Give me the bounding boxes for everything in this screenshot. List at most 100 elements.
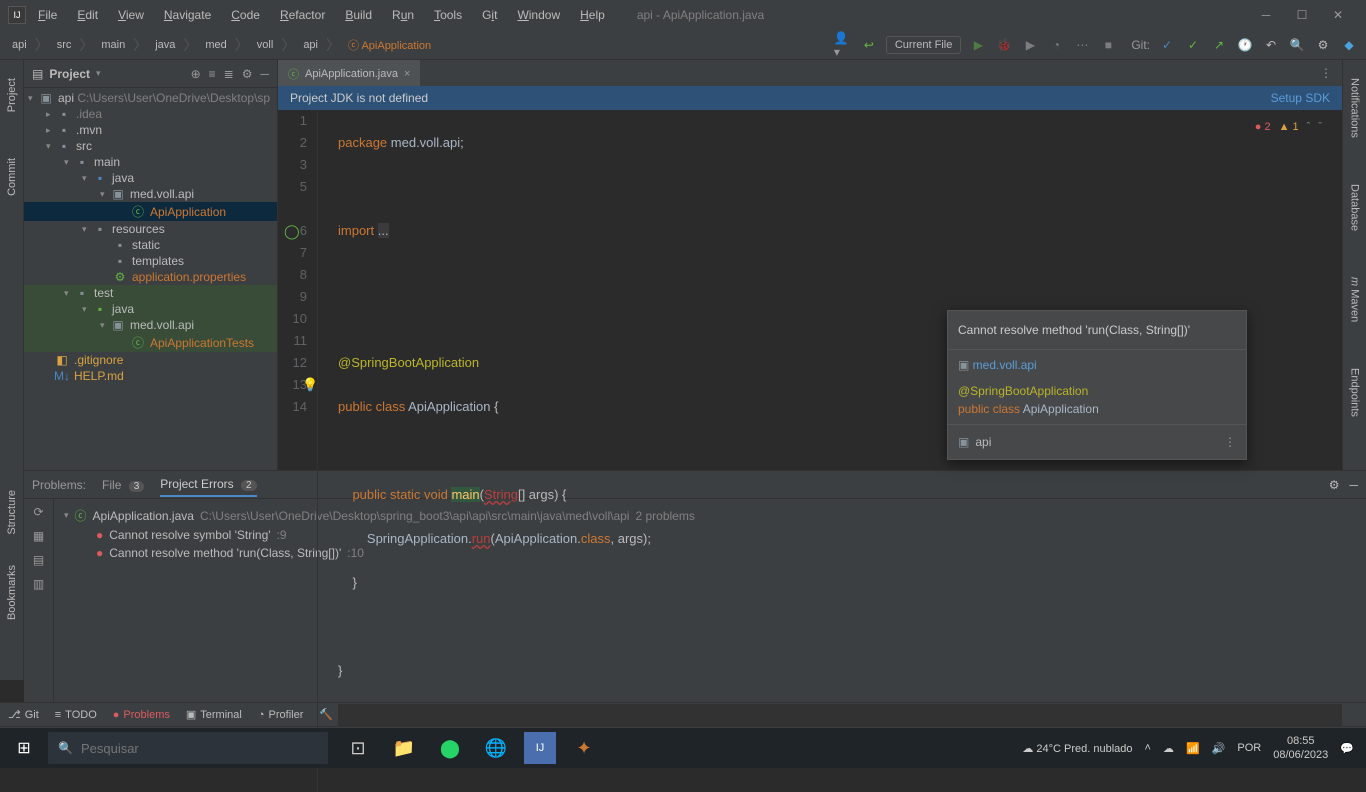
tree-api-application[interactable]: ⓒApiApplication — [24, 202, 277, 221]
right-tab-endpoints[interactable]: Endpoints — [1347, 360, 1363, 425]
crumb-med[interactable]: med — [201, 38, 230, 52]
menu-window[interactable]: Window — [509, 4, 568, 26]
crumb-src[interactable]: src — [53, 38, 76, 52]
lightbulb-icon[interactable]: 💡 — [302, 374, 318, 396]
tabs-menu-icon[interactable]: ⋮ — [1310, 66, 1342, 80]
git-push-icon[interactable]: ↗ — [1210, 36, 1228, 54]
menu-navigate[interactable]: Navigate — [156, 4, 219, 26]
crumb-class[interactable]: ⓒ ApiApplication — [344, 36, 435, 54]
warning-indicator[interactable]: ▲ 1 — [1279, 116, 1299, 138]
menu-edit[interactable]: Edit — [69, 4, 106, 26]
chevron-down-icon[interactable]: ˇ — [1318, 116, 1322, 138]
chrome-icon[interactable]: 🌐 — [474, 728, 518, 768]
git-history-icon[interactable]: 🕐 — [1236, 36, 1254, 54]
settings-icon[interactable]: ⚙ — [1314, 36, 1332, 54]
right-tab-database[interactable]: Database — [1347, 176, 1363, 239]
back-icon[interactable]: ↩ — [860, 36, 878, 54]
git-update-icon[interactable]: ✓ — [1158, 36, 1176, 54]
tree-app-props[interactable]: ⚙application.properties — [24, 269, 277, 285]
editor-indicators[interactable]: ● 2 ▲ 1 ˆ ˇ — [1251, 114, 1326, 140]
tray-volume-icon[interactable]: 🔊 — [1212, 742, 1226, 755]
collapse-all-icon[interactable]: ≣ — [224, 67, 234, 81]
tree-root[interactable]: ▾▣ api C:\Users\User\OneDrive\Desktop\sp — [24, 90, 277, 106]
editor-body[interactable]: ● 2 ▲ 1 ˆ ˇ 123 56 789 101112 1314 packa… — [278, 110, 1342, 792]
crumb-api[interactable]: api — [8, 38, 31, 52]
coverage-icon[interactable]: ▶ — [1021, 36, 1039, 54]
error-indicator[interactable]: ● 2 — [1255, 116, 1271, 138]
tree-help-md[interactable]: M↓HELP.md — [24, 368, 277, 384]
editor-tab-api-application[interactable]: ⓒ ApiApplication.java × — [278, 60, 420, 86]
refresh-icon[interactable]: ⟳ — [33, 505, 43, 519]
left-tab-commit[interactable]: Commit — [4, 150, 20, 204]
tree-templates[interactable]: ▪templates — [24, 253, 277, 269]
tab-close-icon[interactable]: × — [404, 68, 410, 80]
explorer-icon[interactable]: 📁 — [382, 728, 426, 768]
task-view-icon[interactable]: ⊡ — [336, 728, 380, 768]
expand-all-icon[interactable]: ≡ — [209, 67, 216, 81]
btab-todo[interactable]: ≡ TODO — [55, 709, 97, 721]
stop-icon[interactable]: ■ — [1099, 36, 1117, 54]
tree-api-tests[interactable]: ⓒApiApplicationTests — [24, 333, 277, 352]
crumb-voll[interactable]: voll — [253, 38, 278, 52]
git-rollback-icon[interactable]: ↶ — [1262, 36, 1280, 54]
menu-git[interactable]: Git — [474, 4, 505, 26]
close-button[interactable]: ✕ — [1326, 8, 1350, 22]
crumb-java[interactable]: java — [151, 38, 179, 52]
crumb-api2[interactable]: api — [299, 38, 322, 52]
menu-code[interactable]: Code — [223, 4, 268, 26]
tree-main[interactable]: ▾▪main — [24, 154, 277, 170]
menu-help[interactable]: Help — [572, 4, 613, 26]
select-opened-icon[interactable]: ⊕ — [191, 67, 201, 81]
menu-view[interactable]: View — [110, 4, 152, 26]
tree-test-package[interactable]: ▾▣med.voll.api — [24, 317, 277, 333]
ptab-file[interactable]: File 3 — [102, 474, 144, 496]
run-icon[interactable]: ▶ — [969, 36, 987, 54]
tree-mvn[interactable]: ▸▪.mvn — [24, 122, 277, 138]
tree-test[interactable]: ▾▪test — [24, 285, 277, 301]
tray-clock[interactable]: 08:55 08/06/2023 — [1273, 734, 1328, 762]
tree-static[interactable]: ▪static — [24, 237, 277, 253]
menu-run[interactable]: Run — [384, 4, 422, 26]
whatsapp-icon[interactable]: ⬤ — [428, 728, 472, 768]
chevron-up-icon[interactable]: ˆ — [1307, 116, 1311, 138]
minimize-button[interactable]: ─ — [1254, 8, 1278, 22]
left-tab-structure[interactable]: Structure — [6, 490, 18, 535]
attach-icon[interactable]: ⋯ — [1073, 36, 1091, 54]
debug-icon[interactable]: 🐞 — [995, 36, 1013, 54]
left-tab-bookmarks[interactable]: Bookmarks — [6, 565, 18, 620]
right-tab-maven[interactable]: m Maven — [1347, 269, 1363, 330]
panel-hide-icon[interactable]: ─ — [1349, 478, 1358, 492]
profile-icon[interactable]: ◔ — [1047, 36, 1065, 54]
start-button[interactable]: ⊞ — [0, 728, 48, 768]
search-input[interactable] — [81, 741, 318, 756]
run-gutter-icon[interactable]: ◯ — [284, 220, 300, 242]
tree-java[interactable]: ▾▪java — [24, 170, 277, 186]
gear-icon[interactable]: ⚙ — [242, 67, 253, 81]
intellij-icon[interactable]: IJ — [524, 732, 556, 764]
filter-icon[interactable]: ▥ — [33, 577, 44, 591]
maximize-button[interactable]: ☐ — [1290, 8, 1314, 22]
run-config-dropdown[interactable]: Current File — [886, 36, 961, 54]
btab-terminal[interactable]: ▣ Terminal — [186, 708, 242, 721]
tree-gitignore[interactable]: ◧.gitignore — [24, 352, 277, 368]
grid-icon[interactable]: ▦ — [33, 529, 44, 543]
tree-idea[interactable]: ▸▪.idea — [24, 106, 277, 122]
crumb-main[interactable]: main — [97, 38, 129, 52]
weather-widget[interactable]: ☁ 24°C Pred. nublado — [1022, 742, 1132, 755]
menu-tools[interactable]: Tools — [426, 4, 470, 26]
menu-file[interactable]: File — [30, 4, 65, 26]
user-icon[interactable]: 👤▾ — [834, 36, 852, 54]
tray-onedrive-icon[interactable]: ☁ — [1163, 742, 1174, 755]
taskbar-search[interactable]: 🔍 — [48, 732, 328, 764]
search-icon[interactable]: 🔍 — [1288, 36, 1306, 54]
menu-build[interactable]: Build — [337, 4, 380, 26]
app-icon[interactable]: ✦ — [562, 728, 606, 768]
popup-more-icon[interactable]: ⋮ — [1224, 431, 1236, 453]
git-commit-icon[interactable]: ✓ — [1184, 36, 1202, 54]
btab-git[interactable]: ⎇ Git — [8, 708, 39, 721]
ptab-project-errors[interactable]: Project Errors 2 — [160, 473, 256, 497]
hide-icon[interactable]: ─ — [260, 67, 269, 81]
tree-test-java[interactable]: ▾▪java — [24, 301, 277, 317]
ide-icon[interactable]: ◆ — [1340, 36, 1358, 54]
layout-icon[interactable]: ▤ — [33, 553, 44, 567]
